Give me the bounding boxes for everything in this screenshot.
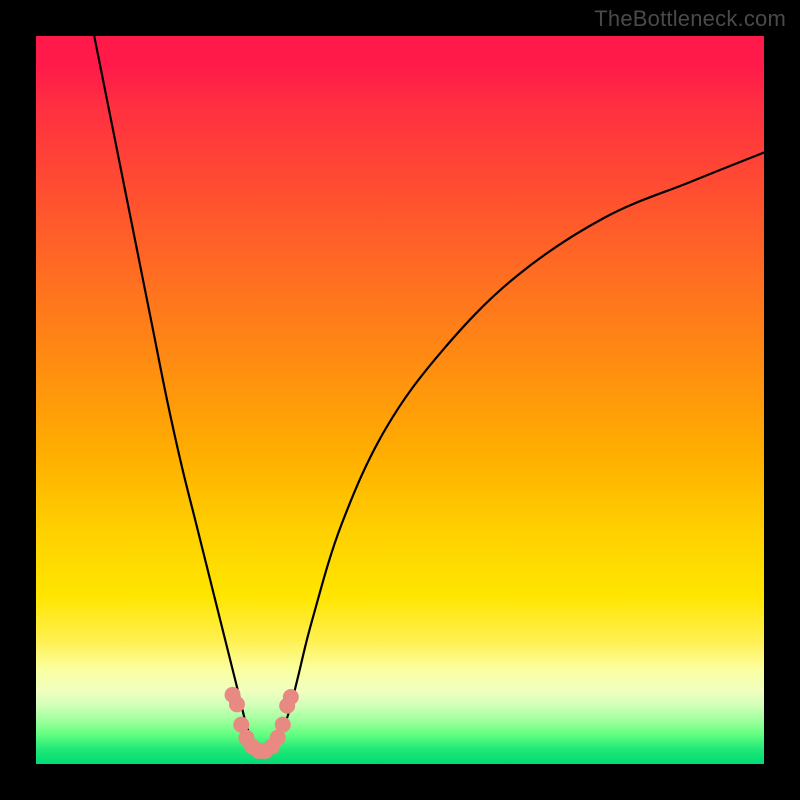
chart-svg: [36, 36, 764, 764]
chart-plot-area: [36, 36, 764, 764]
minimum-marker-cluster: [225, 687, 299, 759]
marker-dot: [283, 689, 299, 705]
watermark-text: TheBottleneck.com: [594, 6, 786, 32]
marker-dot: [275, 717, 291, 733]
marker-dot: [229, 696, 245, 712]
bottleneck-curve: [94, 36, 764, 750]
